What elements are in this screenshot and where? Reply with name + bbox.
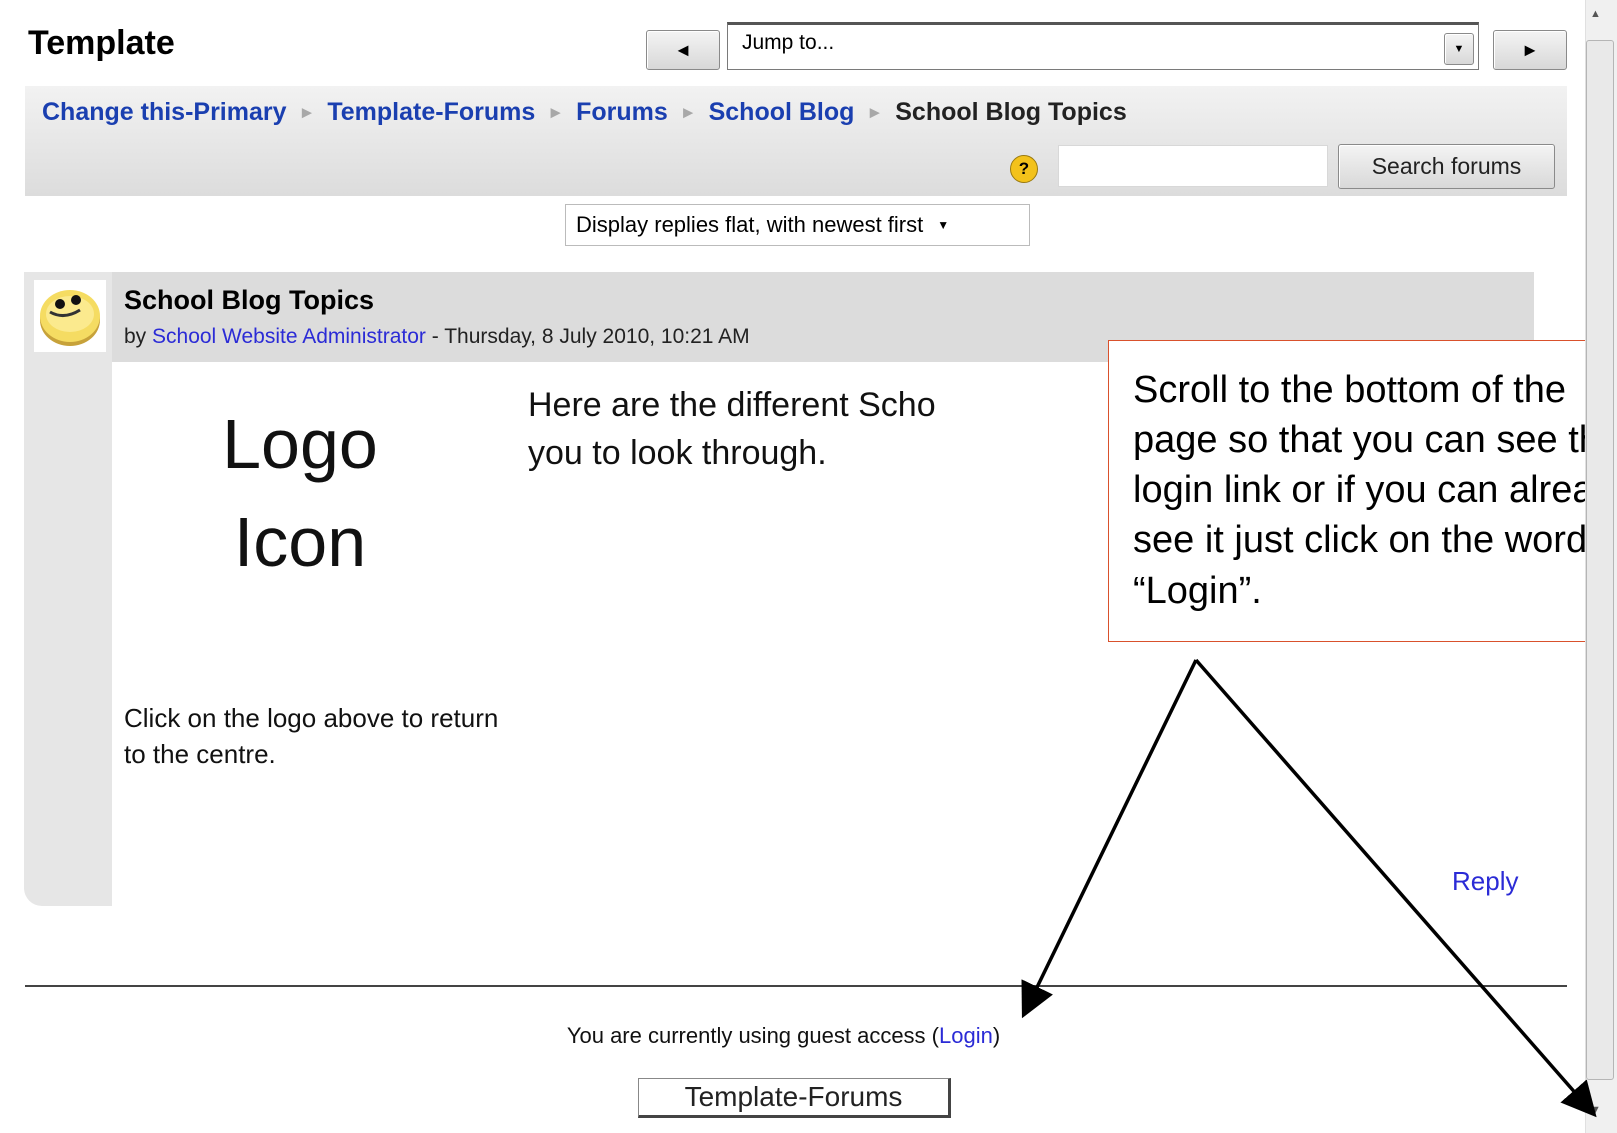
arrow-to-login [1021,659,1198,1019]
annotation-arrows [1021,658,1597,1118]
arrow-to-scrollbar [1194,658,1597,1118]
